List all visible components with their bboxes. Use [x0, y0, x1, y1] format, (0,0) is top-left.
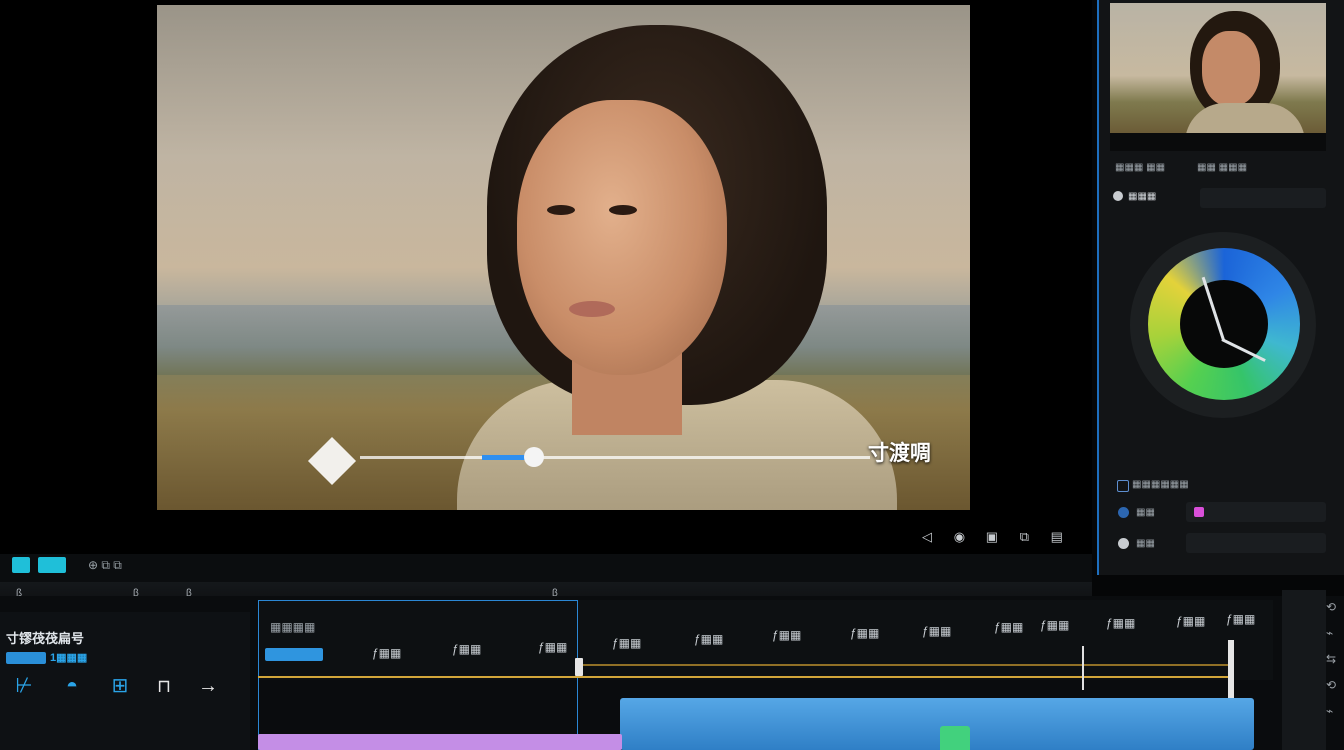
prop-icon	[1118, 507, 1129, 518]
toggle-icon[interactable]: ⇆	[1326, 652, 1344, 666]
transition-slider-knob[interactable]	[524, 447, 544, 467]
thumb-face	[1202, 31, 1260, 106]
loop-icon[interactable]: ◉	[952, 530, 966, 544]
tick-label: ƒ▦▦	[1106, 616, 1136, 630]
track-sub-label: 1▦▦▦	[50, 652, 88, 664]
split-icon[interactable]: ⊬	[10, 672, 38, 700]
effect-clip[interactable]	[940, 726, 970, 750]
section-dropdown[interactable]	[1200, 188, 1326, 208]
toggle-icon[interactable]: ⟲	[1326, 678, 1344, 692]
toggle-icon[interactable]: ⌁	[1326, 704, 1344, 718]
tick-label: ƒ▦▦	[850, 626, 880, 640]
viewer-controls: ◁ ◉ ▣ ⧉ ▤	[920, 528, 1090, 550]
overlay-caption: 寸渡啁	[868, 442, 931, 465]
frame-eye-left	[547, 205, 575, 215]
color-swatch[interactable]	[1194, 507, 1204, 517]
timeline-work-area	[258, 676, 1230, 678]
clip-tag	[265, 648, 323, 661]
timeline-side-panel	[1282, 590, 1326, 750]
clip-label: ▦▦▦▦	[270, 620, 316, 634]
audio-level-line	[580, 664, 1230, 666]
export-icon[interactable]: ⧉	[1017, 530, 1031, 544]
mini-toolbar: ⊕ ⧉ ⧉	[0, 554, 1092, 584]
marker-line[interactable]	[1082, 646, 1084, 690]
toolbar-view-icon[interactable]	[38, 557, 66, 573]
grid-icon[interactable]: ▣	[985, 530, 999, 544]
transition-slider-track[interactable]	[360, 456, 870, 459]
section-label: ▦▦▦	[1128, 191, 1157, 202]
thumb-shirt	[1185, 103, 1305, 135]
toolbar-mode-icon[interactable]	[12, 557, 30, 573]
tick-label: ƒ▦▦	[1226, 612, 1256, 626]
toolbar-label: ⊕ ⧉ ⧉	[88, 558, 122, 572]
track-badge	[6, 652, 46, 664]
drop-icon	[1118, 538, 1129, 549]
prop-label: ▦▦▦▦▦▦	[1132, 479, 1189, 490]
frame-face	[517, 100, 727, 375]
video-frame[interactable]	[157, 5, 970, 510]
tick-label: ƒ▦▦	[538, 640, 568, 654]
arrow-icon[interactable]: →	[194, 672, 222, 700]
checkbox-icon[interactable]	[1117, 480, 1129, 492]
prop-color-field[interactable]	[1186, 502, 1326, 522]
end-marker[interactable]	[1228, 640, 1234, 698]
frame-eye-right	[609, 205, 637, 215]
tick-label: ƒ▦▦	[612, 636, 642, 650]
settings-icon[interactable]: ▤	[1050, 530, 1064, 544]
tick-label: ƒ▦▦	[1040, 618, 1070, 632]
prop-label: ▦▦	[1136, 507, 1155, 518]
section-toggle-icon[interactable]	[1113, 191, 1123, 201]
inspector-tab-left[interactable]: ▦▦▦ ▦▦	[1115, 162, 1165, 173]
prop-value-field[interactable]	[1186, 533, 1326, 553]
tick-label: ƒ▦▦	[1176, 614, 1206, 628]
crop-icon[interactable]: ⊞	[106, 672, 134, 700]
rewind-icon[interactable]: ◁	[920, 530, 934, 544]
tick-label: ƒ▦▦	[694, 632, 724, 646]
audio-clip[interactable]	[258, 734, 622, 750]
mask-icon[interactable]: ◓	[58, 672, 86, 700]
tick-label: ƒ▦▦	[372, 646, 402, 660]
tick-label: ƒ▦▦	[772, 628, 802, 642]
playhead[interactable]	[575, 658, 583, 676]
track-title: 寸镠茷茷扁号	[6, 631, 85, 646]
tick-label: ƒ▦▦	[994, 620, 1024, 634]
toggle-icon[interactable]: ⟲	[1326, 600, 1344, 614]
toggle-icon[interactable]: ⌁	[1326, 626, 1344, 640]
prop-label: ▦▦	[1136, 538, 1155, 549]
tick-label: ƒ▦▦	[922, 624, 952, 638]
inspector-tab-right[interactable]: ▦▦ ▦▦▦	[1197, 162, 1247, 173]
thumbnail-toolbar	[1110, 133, 1326, 151]
video-clip[interactable]	[620, 698, 1254, 750]
tick-label: ƒ▦▦	[452, 642, 482, 656]
thumbnail-preview[interactable]	[1110, 3, 1326, 135]
frame-lips	[569, 301, 615, 317]
lock-icon[interactable]: ⊓	[150, 672, 178, 700]
